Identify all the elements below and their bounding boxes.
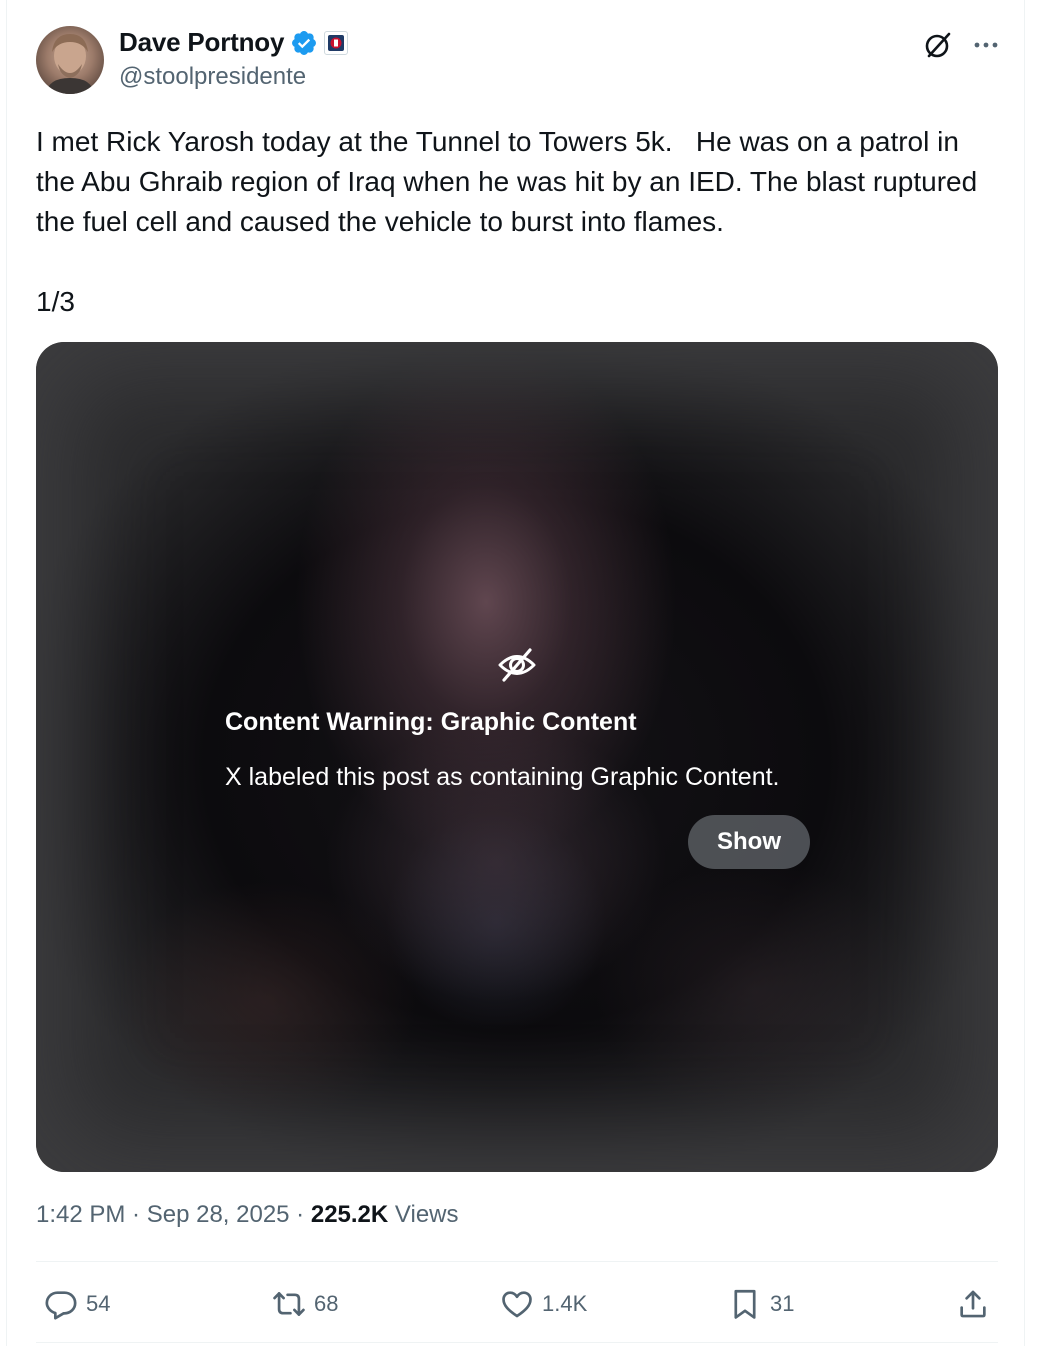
post-date[interactable]: Sep 28, 2025	[147, 1201, 290, 1228]
avatar[interactable]	[36, 26, 104, 94]
repost-icon	[273, 1292, 305, 1316]
views-count: 225.2K	[310, 1201, 389, 1228]
post-text: I met Rick Yarosh today at the Tunnel to…	[36, 126, 978, 317]
share-button[interactable]	[956, 1280, 990, 1328]
share-icon	[960, 1290, 986, 1318]
bookmark-icon	[734, 1289, 756, 1319]
affiliate-badge-icon[interactable]	[324, 30, 349, 55]
grok-icon[interactable]	[921, 28, 955, 62]
post-time[interactable]: 1:42 PM	[36, 1201, 125, 1228]
eye-slash-icon	[498, 648, 536, 682]
meta-separator: ·	[289, 1201, 311, 1228]
content-warning-title: Content Warning: Graphic Content	[225, 708, 637, 736]
views-label: Views	[394, 1201, 459, 1228]
action-bar: 54 68 1.4K 31	[36, 1280, 998, 1328]
divider	[36, 1342, 998, 1343]
verified-badge-icon	[292, 30, 317, 55]
media-sensitive-overlay: Content Warning: Graphic Content X label…	[36, 342, 998, 1172]
post-metadata: 1:42 PM · Sep 28, 2025 · 225.2K Views	[36, 1201, 459, 1229]
meta-separator: ·	[125, 1201, 147, 1228]
content-warning-description: X labeled this post as containing Graphi…	[225, 763, 780, 791]
bookmark-button[interactable]: 31	[728, 1280, 794, 1328]
reply-count: 54	[86, 1291, 111, 1316]
author-handle[interactable]: @stoolpresidente	[119, 63, 306, 91]
reply-button[interactable]: 54	[44, 1280, 110, 1328]
divider	[36, 1261, 998, 1262]
heart-icon	[502, 1291, 532, 1318]
reply-icon	[45, 1291, 77, 1320]
author-name-row: Dave Portnoy	[119, 27, 349, 58]
like-button[interactable]: 1.4K	[500, 1280, 587, 1328]
more-icon[interactable]	[969, 28, 1003, 62]
post-card: Dave Portnoy @stoolpresidente I met Rick…	[6, 0, 1025, 1346]
repost-button[interactable]: 68	[272, 1280, 338, 1328]
bookmark-count: 31	[770, 1291, 795, 1316]
show-media-button[interactable]: Show	[688, 815, 810, 869]
display-name[interactable]: Dave Portnoy	[119, 27, 284, 58]
like-count: 1.4K	[542, 1291, 588, 1316]
repost-count: 68	[314, 1291, 339, 1316]
